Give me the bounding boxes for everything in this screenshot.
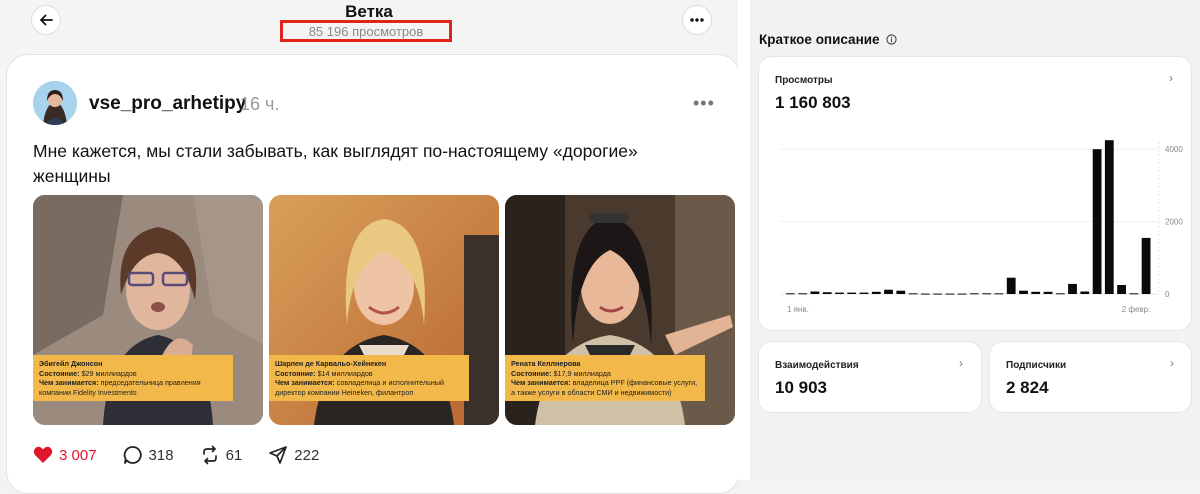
- chart-bar[interactable]: [945, 293, 955, 295]
- interactions-label: Взаимодействия: [775, 360, 859, 371]
- views-panel[interactable]: Просмотры 1 160 803 › 0 2000 4000 1 янв. 2 ф…: [758, 56, 1192, 331]
- share-button[interactable]: 222: [268, 445, 319, 465]
- page-title: Ветка: [345, 2, 393, 21]
- chart-bar[interactable]: [1068, 283, 1077, 294]
- chart-bar[interactable]: [920, 293, 930, 295]
- post-username[interactable]: vse_pro_arhetipy: [89, 93, 246, 115]
- insights-pane: Краткое описание Просмотры 1 160 803 › 0…: [750, 0, 1200, 480]
- chart-grid: [781, 142, 1160, 295]
- x-tick-label: 2 февр.: [1122, 305, 1151, 314]
- like-count: 3 007: [59, 446, 97, 464]
- chart-bar[interactable]: [810, 291, 820, 295]
- chart-bar[interactable]: [970, 293, 979, 295]
- chevron-right-icon[interactable]: ›: [1170, 356, 1174, 370]
- ellipsis-icon: [690, 18, 704, 22]
- followers-label: Подписчики: [1006, 360, 1067, 371]
- views-chart: 0 2000 4000 1 янв. 2 февр.: [781, 140, 1183, 314]
- image-caption: Эбигейл Джонсон Состояние: $29 миллиардо…: [33, 355, 233, 401]
- chart-bar[interactable]: [1031, 291, 1041, 294]
- chart-bar[interactable]: [933, 293, 942, 295]
- chart-bar[interactable]: [871, 291, 881, 294]
- thread-pane: Ветка 85 196 просмотров vse_pro_arhetipy…: [0, 0, 740, 494]
- post-more-icon[interactable]: •••: [693, 93, 715, 114]
- y-tick-label: 2000: [1165, 218, 1183, 227]
- chart-bar[interactable]: [1129, 293, 1139, 295]
- share-count: 222: [294, 446, 320, 464]
- more-options-button[interactable]: [682, 5, 712, 35]
- chart-bar[interactable]: [847, 292, 857, 294]
- info-icon[interactable]: [886, 34, 897, 45]
- chart-bar[interactable]: [1080, 291, 1090, 295]
- chart-bar[interactable]: [859, 292, 869, 294]
- chart-bar[interactable]: [1055, 293, 1065, 295]
- chart-bar[interactable]: [1092, 149, 1102, 294]
- chart-bars: [786, 140, 1151, 295]
- repost-count: 61: [225, 446, 243, 464]
- image-caption: Шарлен де Карвальо-Хейнекен Состояние: $…: [269, 355, 469, 401]
- chart-bar[interactable]: [884, 289, 893, 294]
- interactions-panel[interactable]: Взаимодействия 10 903 ›: [758, 341, 982, 413]
- comment-icon: [123, 446, 142, 464]
- x-tick-label: 1 янв.: [787, 305, 809, 314]
- repost-icon: [202, 445, 217, 465]
- post-image[interactable]: Рената Келлнерова Состояние: $17,9 милли…: [505, 195, 735, 425]
- reply-button[interactable]: 318: [123, 445, 174, 465]
- post-image[interactable]: Шарлен де Карвальо-Хейнекен Состояние: $…: [269, 195, 499, 425]
- send-icon: [269, 446, 288, 464]
- post-card: vse_pro_arhetipy 16 ч. ••• Мне кажется, …: [6, 54, 740, 494]
- chart-bar[interactable]: [994, 293, 1004, 295]
- chart-bar[interactable]: [1104, 140, 1114, 294]
- chart-bar[interactable]: [1043, 291, 1053, 294]
- post-timestamp: 16 ч.: [240, 94, 280, 114]
- chart-bar[interactable]: [957, 293, 967, 295]
- post-image[interactable]: Эбигейл Джонсон Состояние: $29 миллиардо…: [33, 195, 263, 425]
- chart-bar[interactable]: [786, 293, 795, 295]
- chart-bar[interactable]: [1019, 290, 1028, 294]
- summary-heading: Краткое описание: [759, 32, 897, 47]
- repost-button[interactable]: 61: [200, 445, 243, 465]
- chart-bar[interactable]: [822, 292, 832, 294]
- chart-bar[interactable]: [896, 290, 906, 294]
- chart-bar[interactable]: [1117, 285, 1126, 294]
- reply-count: 318: [148, 446, 174, 464]
- post-text: Мне кажется, мы стали забывать, как выгл…: [33, 141, 638, 186]
- followers-value: 2 824: [1006, 378, 1049, 397]
- chart-bar[interactable]: [908, 293, 918, 295]
- like-button[interactable]: 3 007: [33, 446, 97, 464]
- chart-bar[interactable]: [798, 293, 808, 295]
- image-caption: Рената Келлнерова Состояние: $17,9 милли…: [505, 355, 705, 401]
- chevron-right-icon[interactable]: ›: [959, 356, 963, 370]
- y-tick-label: 4000: [1165, 145, 1183, 154]
- heart-icon: [33, 446, 53, 463]
- chart-bar[interactable]: [835, 292, 844, 294]
- chart-bar[interactable]: [982, 293, 992, 295]
- chart-bar[interactable]: [1141, 237, 1151, 294]
- thread-view-count: 85 196 просмотров: [280, 20, 452, 42]
- y-tick-label: 0: [1165, 290, 1170, 299]
- post-actions: 3 007 318 61 222: [33, 443, 345, 467]
- pane-divider: [738, 0, 750, 480]
- chart-bar[interactable]: [1006, 277, 1016, 294]
- interactions-value: 10 903: [775, 378, 827, 397]
- avatar[interactable]: [33, 81, 77, 125]
- followers-panel[interactable]: Подписчики 2 824 ›: [989, 341, 1192, 413]
